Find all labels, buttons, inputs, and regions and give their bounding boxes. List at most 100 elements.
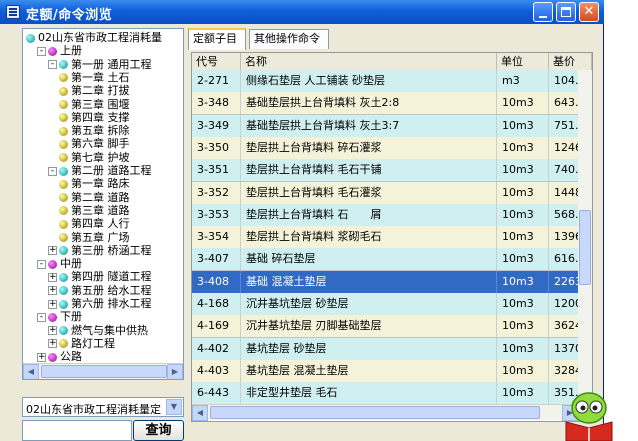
scroll-thumb[interactable] <box>41 365 167 378</box>
table-row[interactable]: 3-408 基础 混凝土垫层 10m3 2263 <box>192 270 592 294</box>
minimize-button[interactable] <box>533 2 553 22</box>
quota-library-select[interactable]: 02山东省市政工程消耗量定 ▼ <box>22 397 184 417</box>
table-row[interactable]: 4-168 沉井基坑垫层 砂垫层 10m3 1200 <box>192 293 592 316</box>
table-vertical-scrollbar[interactable] <box>578 70 592 404</box>
expand-icon[interactable]: + <box>48 299 57 309</box>
cell-code: 4-403 <box>192 359 241 382</box>
tree-item[interactable]: - 第一册 通用工程 <box>48 58 152 72</box>
table-row[interactable]: 6-443 非定型井垫层 毛石 10m3 351. <box>192 382 592 406</box>
tree-item-label: 第二章 打拔 <box>71 84 130 98</box>
collapse-icon[interactable]: - <box>37 46 46 56</box>
tree-item[interactable]: - 上册 <box>37 44 82 58</box>
table-row[interactable]: 3-349 基础垫层拱上台背填料 灰土3:7 10m3 751. <box>192 114 592 138</box>
scroll-left-button[interactable]: ◀ <box>192 405 208 421</box>
expand-icon[interactable]: + <box>37 352 46 362</box>
table-row[interactable]: 3-352 垫层拱上台背填料 毛石灌浆 10m3 1448 <box>192 181 592 205</box>
tree-item[interactable]: + 第五册 给水工程 <box>48 284 152 298</box>
scroll-left-button[interactable]: ◀ <box>23 364 39 379</box>
table-row[interactable]: 4-402 基坑垫层 砂垫层 10m3 1370 <box>192 337 592 361</box>
scroll-thumb[interactable] <box>210 406 540 419</box>
tree-item-label: 公路 <box>60 350 82 364</box>
tree-item[interactable]: 第二章 打拔 <box>59 84 130 98</box>
column-header-code[interactable]: 代号 <box>192 53 241 70</box>
column-header-name[interactable]: 名称 <box>241 53 497 70</box>
table-horizontal-scrollbar[interactable]: ◀ ▶ <box>192 404 578 421</box>
collapse-icon[interactable]: - <box>37 259 46 269</box>
expand-icon[interactable]: + <box>48 339 57 349</box>
expand-icon[interactable]: + <box>48 286 57 296</box>
tree-item[interactable]: + 第六册 排水工程 <box>48 297 152 311</box>
node-bullet-icon <box>59 272 68 282</box>
tree-item[interactable]: 第七章 护坡 <box>59 151 130 165</box>
tree-item[interactable]: 第四章 人行 <box>59 217 130 231</box>
tree-item-label: 第六章 脚手 <box>71 137 130 151</box>
collapse-icon[interactable]: - <box>37 312 46 322</box>
expand-icon[interactable]: + <box>48 326 57 336</box>
tree-item-label: 第四册 隧道工程 <box>71 270 152 284</box>
category-tree[interactable]: 02山东省市政工程消耗量 - 上册 - 第一册 通用工程 第一章 土石 第二章 打拔 第三章 … <box>22 28 184 380</box>
close-button[interactable] <box>579 2 599 22</box>
cell-unit: 10m3 <box>497 315 549 338</box>
search-input[interactable] <box>22 420 132 441</box>
tree-item[interactable]: 第五章 广场 <box>59 231 130 245</box>
collapse-icon[interactable]: - <box>48 60 57 70</box>
cell-unit: 10m3 <box>497 136 549 159</box>
scroll-thumb[interactable] <box>579 210 591 285</box>
table-row[interactable]: 3-348 基础垫层拱上台背填料 灰土2:8 10m3 643. <box>192 92 592 116</box>
tree-item[interactable]: 第二章 道路 <box>59 191 130 205</box>
node-bullet-icon <box>59 113 68 123</box>
node-bullet-icon <box>59 326 68 336</box>
node-bullet-icon <box>59 60 68 70</box>
tree-item[interactable]: 第三章 围堰 <box>59 98 130 112</box>
tree-item-label: 第一章 路床 <box>71 177 130 191</box>
cell-unit: 10m3 <box>497 359 549 382</box>
tree-item[interactable]: - 下册 <box>37 310 82 324</box>
node-bullet-icon <box>59 233 68 242</box>
table-row[interactable]: 3-350 垫层拱上台背填料 碎石灌浆 10m3 1246 <box>192 136 592 160</box>
tree-horizontal-scrollbar[interactable]: ◀ ▶ <box>23 363 183 379</box>
node-bullet-icon <box>59 246 68 256</box>
tree-item[interactable]: 第五章 拆除 <box>59 124 130 138</box>
cell-unit: 10m3 <box>497 114 549 137</box>
tree-item[interactable]: + 第三册 桥涵工程 <box>48 244 152 258</box>
tree-item-label: 第五册 给水工程 <box>71 283 152 297</box>
table-row[interactable]: 3-353 垫层拱上台背填料 石 屑 10m3 568. <box>192 203 592 227</box>
table-row[interactable]: 3-351 垫层拱上台背填料 毛石干铺 10m3 740. <box>192 159 592 183</box>
tree-item[interactable]: + 路灯工程 <box>48 337 115 351</box>
expand-icon[interactable]: + <box>48 272 57 282</box>
cell-name: 垫层拱上台背填料 石 屑 <box>241 203 497 226</box>
table-row[interactable]: 4-169 沉井基坑垫层 刃脚基础垫层 10m3 3624 <box>192 315 592 339</box>
node-bullet-icon <box>48 352 57 362</box>
scroll-right-button[interactable]: ▶ <box>167 364 183 379</box>
tab-other-commands[interactable]: 其他操作命令 <box>249 29 329 49</box>
cell-unit: 10m3 <box>497 337 549 360</box>
tab-quota-items[interactable]: 定额子目 <box>188 28 246 50</box>
tree-item[interactable]: 第一章 土石 <box>59 71 130 85</box>
column-header-unit[interactable]: 单位 <box>497 53 549 70</box>
title-bar[interactable]: 定额/命令浏览 <box>0 0 604 24</box>
tree-item[interactable]: 第四章 支撑 <box>59 111 130 125</box>
collapse-icon[interactable]: - <box>48 166 57 176</box>
tree-item[interactable]: 02山东省市政工程消耗量 <box>26 31 162 45</box>
cell-code: 3-350 <box>192 136 241 159</box>
assistant-mascot-icon[interactable] <box>560 388 618 441</box>
table-row[interactable]: 4-403 基坑垫层 混凝土垫层 10m3 3284 <box>192 359 592 383</box>
tree-item-label: 第三册 桥涵工程 <box>71 243 152 257</box>
tree-item[interactable]: + 燃气与集中供热 <box>48 324 148 338</box>
tree-item-label: 路灯工程 <box>71 336 115 350</box>
tree-item[interactable]: 第一章 路床 <box>59 177 130 191</box>
tree-item[interactable]: - 中册 <box>37 257 82 271</box>
table-row[interactable]: 3-354 垫层拱上台背填料 浆砌毛石 10m3 1396 <box>192 226 592 250</box>
column-header-price[interactable]: 基价 <box>549 53 592 70</box>
cell-unit: 10m3 <box>497 203 549 226</box>
maximize-button[interactable] <box>556 2 576 22</box>
chevron-down-icon[interactable]: ▼ <box>166 399 182 415</box>
tree-item[interactable]: + 第四册 隧道工程 <box>48 270 152 284</box>
expand-icon[interactable]: + <box>48 246 57 256</box>
tree-item[interactable]: 第三章 道路 <box>59 204 130 218</box>
tree-item[interactable]: - 第二册 道路工程 <box>48 164 152 178</box>
tree-item[interactable]: 第六章 脚手 <box>59 137 130 151</box>
table-row[interactable]: 2-271 侧缘石垫层 人工铺装 砂垫层 m3 104. <box>192 70 592 93</box>
table-row[interactable]: 3-407 基础 碎石垫层 10m3 616. <box>192 248 592 272</box>
query-button[interactable]: 查询 <box>133 420 184 441</box>
